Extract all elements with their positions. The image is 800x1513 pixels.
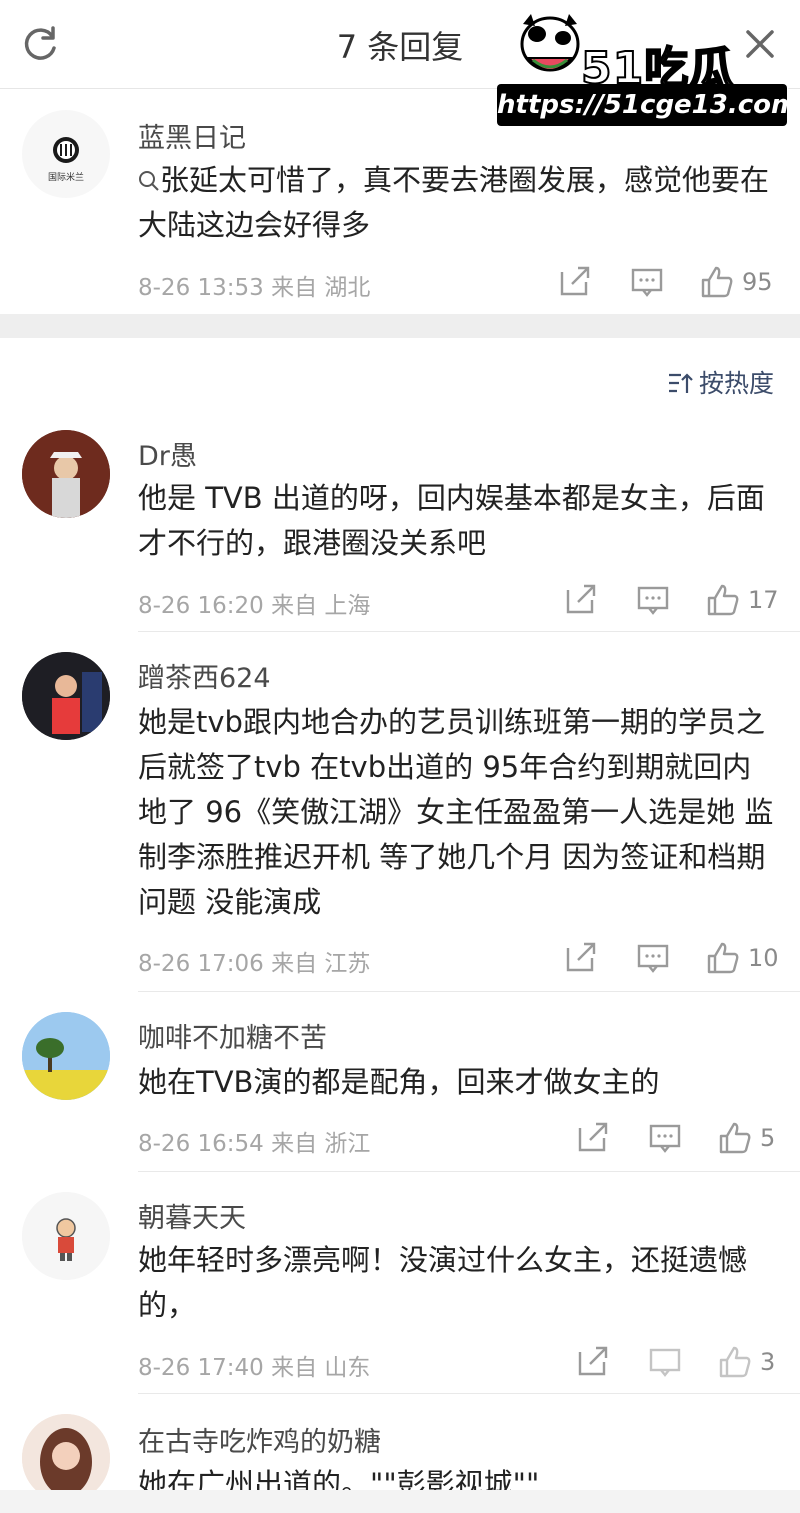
reply-body: 他是 TVB 出道的呀，回内娱基本都是女主，后面才不行的，跟港圈没关系吧 xyxy=(138,481,765,560)
reply-location: 来自 山东 xyxy=(271,1355,371,1381)
comment-icon[interactable] xyxy=(648,1120,682,1156)
sort-toggle[interactable]: 按热度 xyxy=(667,364,774,400)
share-icon[interactable] xyxy=(564,582,598,618)
avatar[interactable] xyxy=(22,1012,110,1100)
section-divider xyxy=(0,314,800,338)
reply-time: 8-26 17:40 xyxy=(138,1355,264,1381)
reply-meta: 8-26 17:40 来自 山东 xyxy=(138,1348,370,1382)
like-count: 10 xyxy=(748,944,779,972)
avatar-image xyxy=(22,652,110,740)
bottom-bar xyxy=(0,1490,800,1513)
sort-icon xyxy=(668,373,693,393)
reply-body: 她年轻时多漂亮啊！没演过什么女主，还挺遗憾的， xyxy=(138,1243,748,1322)
reply-text: 他是 TVB 出道的呀，回内娱基本都是女主，后面才不行的，跟港圈没关系吧 xyxy=(138,476,778,566)
comment-icon[interactable] xyxy=(636,940,670,976)
reply-location: 来自 浙江 xyxy=(271,1131,371,1157)
comment-time: 8-26 13:53 xyxy=(138,275,264,301)
avatar[interactable] xyxy=(22,1414,110,1490)
comment-username[interactable]: 蓝黑日记 xyxy=(138,116,246,155)
avatar[interactable] xyxy=(22,430,110,518)
reply-text: 她年轻时多漂亮啊！没演过什么女主，还挺遗憾的， xyxy=(138,1238,778,1328)
reply-text: 她是tvb跟内地合办的艺员训练班第一期的学员之后就签了tvb 在tvb出道的 9… xyxy=(138,700,778,925)
cow-mascot-icon xyxy=(520,14,580,72)
share-icon[interactable] xyxy=(564,940,598,976)
comment-body: 张延太可惜了，真不要去港圈发展，感觉他要在大陆这边会好得多 xyxy=(138,163,770,242)
like-icon[interactable] xyxy=(706,940,740,976)
avatar[interactable]: 国际米兰 xyxy=(22,110,110,198)
share-icon[interactable] xyxy=(576,1120,610,1156)
reply-username[interactable]: 咖啡不加糖不苦 xyxy=(138,1016,327,1055)
reply-text: 她在广州出道的。""彭影视城""... xyxy=(138,1462,778,1490)
reply-time: 8-26 17:06 xyxy=(138,951,264,977)
comment-location: 来自 湖北 xyxy=(271,275,371,301)
reply-username[interactable]: 在古寺吃炸鸡的奶糖 xyxy=(138,1420,381,1459)
inter-logo-icon xyxy=(53,137,79,163)
share-icon[interactable] xyxy=(576,1344,610,1380)
list-item: 朝暮天天 她年轻时多漂亮啊！没演过什么女主，还挺遗憾的， 8-26 17:40 … xyxy=(0,1172,800,1394)
sort-label: 按热度 xyxy=(698,369,774,398)
reply-location: 来自 江苏 xyxy=(271,951,371,977)
like-icon[interactable] xyxy=(718,1344,752,1380)
reply-body: 她在广州出道的。""彭影视城""... xyxy=(138,1467,568,1490)
avatar[interactable] xyxy=(22,652,110,740)
like-count: 3 xyxy=(760,1348,776,1376)
like-count: 5 xyxy=(760,1124,776,1152)
reply-username[interactable]: Dr愚 xyxy=(138,434,197,473)
reply-meta: 8-26 17:06 来自 江苏 xyxy=(138,944,370,978)
like-icon[interactable] xyxy=(718,1120,752,1156)
search-icon xyxy=(139,171,159,191)
avatar[interactable] xyxy=(22,1192,110,1280)
comment-meta: 8-26 13:53 来自 湖北 xyxy=(138,268,370,302)
list-item: Dr愚 他是 TVB 出道的呀，回内娱基本都是女主，后面才不行的，跟港圈没关系吧… xyxy=(0,410,800,632)
reply-body: 她是tvb跟内地合办的艺员训练班第一期的学员之后就签了tvb 在tvb出道的 9… xyxy=(138,705,774,919)
reply-username[interactable]: 朝暮天天 xyxy=(138,1196,246,1235)
share-icon[interactable] xyxy=(558,264,592,300)
reply-body: 她在TVB演的都是配角，回来才做女主的 xyxy=(138,1065,660,1099)
main-comment: 国际米兰 蓝黑日记 张延太可惜了，真不要去港圈发展，感觉他要在大陆这边会好得多 … xyxy=(0,88,800,314)
avatar-image xyxy=(22,1192,110,1280)
list-item: 咖啡不加糖不苦 她在TVB演的都是配角，回来才做女主的 8-26 16:54 来… xyxy=(0,992,800,1172)
avatar-caption: 国际米兰 xyxy=(47,173,84,183)
list-item: 在古寺吃炸鸡的奶糖 她在广州出道的。""彭影视城""... xyxy=(0,1394,800,1490)
reply-actions: 10 xyxy=(538,940,779,980)
avatar-image xyxy=(22,430,110,518)
comment-actions: 95 xyxy=(538,264,778,304)
reply-meta: 8-26 16:54 来自 浙江 xyxy=(138,1124,370,1158)
reply-username[interactable]: 蹭茶西624 xyxy=(138,656,271,695)
comment-icon[interactable] xyxy=(630,264,664,300)
reply-actions: 3 xyxy=(538,1344,778,1384)
avatar-image xyxy=(22,1012,110,1100)
like-count: 95 xyxy=(742,268,773,296)
reply-meta: 8-26 16:20 来自 上海 xyxy=(138,586,370,620)
reply-time: 8-26 16:54 xyxy=(138,1131,264,1157)
comment-icon[interactable] xyxy=(636,582,670,618)
like-icon[interactable] xyxy=(706,582,740,618)
reply-text: 她在TVB演的都是配角，回来才做女主的 xyxy=(138,1060,778,1105)
comment-text: 张延太可惜了，真不要去港圈发展，感觉他要在大陆这边会好得多 xyxy=(138,158,778,248)
like-count: 17 xyxy=(748,586,779,614)
reply-location: 来自 上海 xyxy=(271,593,371,619)
avatar-image xyxy=(22,1414,110,1490)
reply-time: 8-26 16:20 xyxy=(138,593,264,619)
reply-actions: 5 xyxy=(538,1120,778,1160)
like-icon[interactable] xyxy=(700,264,734,300)
comment-icon[interactable] xyxy=(648,1344,682,1380)
list-item: 蹭茶西624 她是tvb跟内地合办的艺员训练班第一期的学员之后就签了tvb 在t… xyxy=(0,632,800,992)
reply-actions: 17 xyxy=(538,582,779,622)
